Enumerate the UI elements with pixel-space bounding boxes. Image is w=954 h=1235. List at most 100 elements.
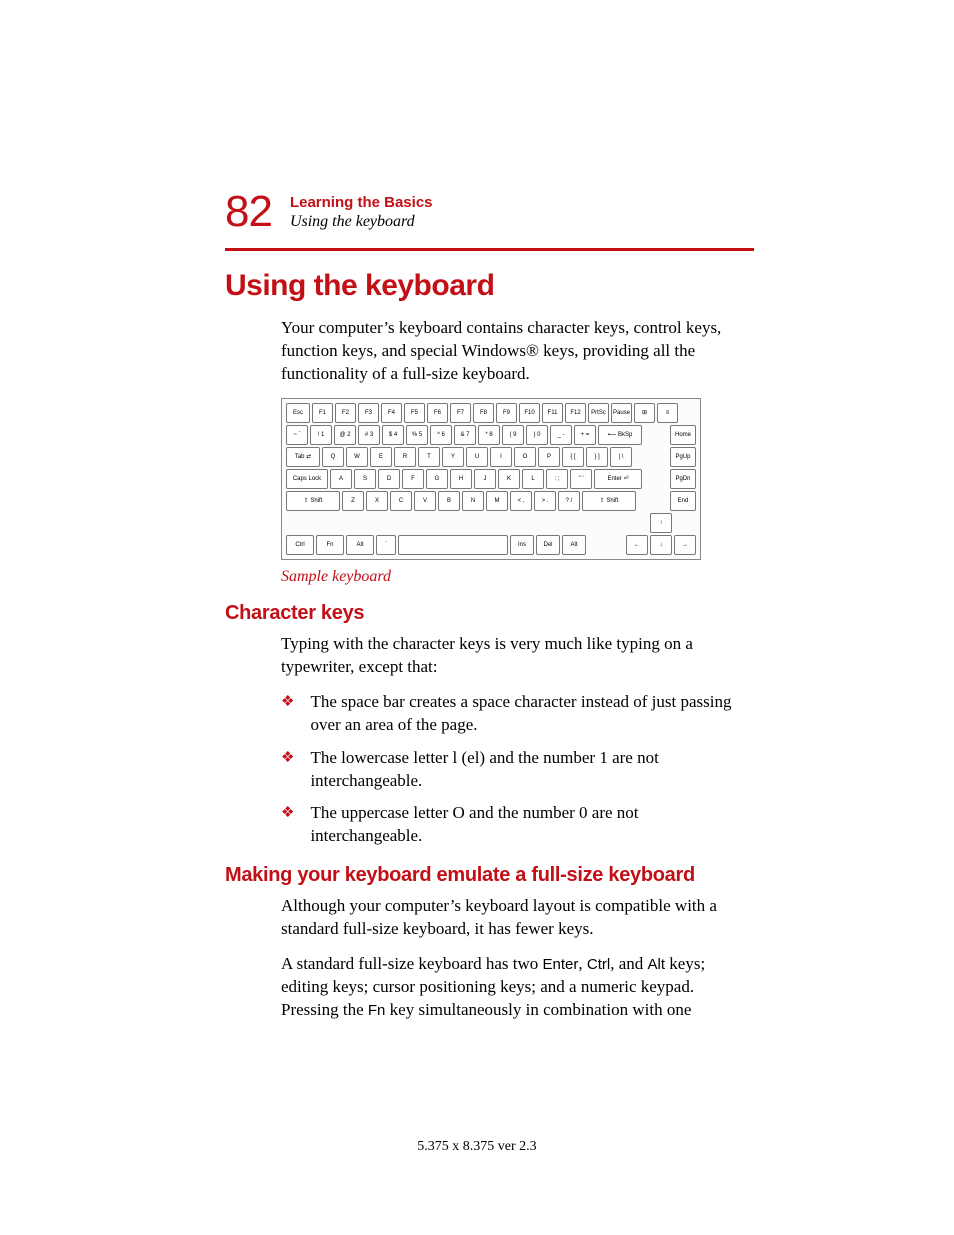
arrow-left-key: ← — [626, 535, 648, 555]
keyboard-key: F6 — [427, 403, 448, 423]
keyboard-key: ~ ` — [286, 425, 308, 445]
keyboard-key: PgUp — [670, 447, 696, 467]
keyboard-key: ⟵ BkSp — [598, 425, 642, 445]
keyboard-key: Pause — [611, 403, 632, 423]
keyboard-key: F10 — [519, 403, 540, 423]
keyboard-key: F1 — [312, 403, 333, 423]
keyboard-key: F4 — [381, 403, 402, 423]
emulate-p1: Although your computer’s keyboard layout… — [281, 895, 754, 941]
keyboard-key: ` — [376, 535, 396, 555]
keyboard-key: J — [474, 469, 496, 489]
keyboard-key: * 8 — [478, 425, 500, 445]
keyboard-key: S — [354, 469, 376, 489]
keyboard-key: % 5 — [406, 425, 428, 445]
keyboard-key: | \ — [610, 447, 632, 467]
arrow-up-key: ↑ — [650, 513, 672, 533]
keyboard-key: F8 — [473, 403, 494, 423]
keyboard-key: X — [366, 491, 388, 511]
keyboard-key: P — [538, 447, 560, 467]
keyboard-key: F — [402, 469, 424, 489]
keyboard-key: F2 — [335, 403, 356, 423]
chapter-subtitle: Using the keyboard — [290, 213, 433, 231]
keyboard-key: B — [438, 491, 460, 511]
keyboard-key: Enter ⏎ — [594, 469, 642, 489]
bullet-text: The space bar creates a space character … — [310, 691, 754, 737]
keyboard-key: ⇧ Shift — [286, 491, 340, 511]
keyboard-key: H — [450, 469, 472, 489]
keyboard-key: K — [498, 469, 520, 489]
keyboard-key: F7 — [450, 403, 471, 423]
keyboard-key: ( 9 — [502, 425, 524, 445]
keyboard-key: ⊞ — [634, 403, 655, 423]
key-name-alt: Alt — [648, 956, 666, 973]
keyboard-key: F9 — [496, 403, 517, 423]
header-rule — [225, 248, 754, 251]
keyboard-key: ! 1 — [310, 425, 332, 445]
page-header: 82 Learning the Basics Using the keyboar… — [225, 190, 754, 234]
keyboard-key: End — [670, 491, 696, 511]
keyboard-key: F5 — [404, 403, 425, 423]
key-name-enter: Enter — [543, 956, 579, 973]
keyboard-key: Home — [670, 425, 696, 445]
bullet-text: The lowercase letter l (el) and the numb… — [310, 747, 754, 793]
keyboard-key: Ins — [510, 535, 534, 555]
keyboard-key: _ - — [550, 425, 572, 445]
list-item: ❖The lowercase letter l (el) and the num… — [281, 747, 754, 793]
keyboard-key: Esc — [286, 403, 310, 423]
keyboard-key: Y — [442, 447, 464, 467]
bullet-icon: ❖ — [281, 802, 294, 848]
subsection-character-keys: Character keys — [225, 602, 754, 625]
keyboard-key: Caps Lock — [286, 469, 328, 489]
keyboard-key: M — [486, 491, 508, 511]
keyboard-key: ) 0 — [526, 425, 548, 445]
list-item: ❖ The uppercase letter O and the number 0… — [281, 802, 754, 848]
keyboard-key: # 3 — [358, 425, 380, 445]
key-name-fn: Fn — [368, 1002, 386, 1019]
keyboard-key: F11 — [542, 403, 563, 423]
keyboard-key: > . — [534, 491, 556, 511]
keyboard-key: { [ — [562, 447, 584, 467]
keyboard-key: : ; — [546, 469, 568, 489]
keyboard-key: + = — [574, 425, 596, 445]
bullet-text: The uppercase letter O and the number 0 … — [310, 802, 754, 848]
keyboard-key: A — [330, 469, 352, 489]
text-fragment: A standard full-size keyboard has two — [281, 954, 543, 973]
page-footer: 5.375 x 8.375 ver 2.3 — [0, 1139, 954, 1155]
keyboard-key: F3 — [358, 403, 379, 423]
arrow-down-key: ↓ — [650, 535, 672, 555]
keyboard-key: C — [390, 491, 412, 511]
keyboard-key: ^ 6 — [430, 425, 452, 445]
keyboard-key: < , — [510, 491, 532, 511]
keyboard-key: Fn — [316, 535, 344, 555]
keyboard-key: Del — [536, 535, 560, 555]
section-heading: Using the keyboard — [225, 269, 754, 303]
keyboard-key: D — [378, 469, 400, 489]
keyboard-key: & 7 — [454, 425, 476, 445]
intro-paragraph: Your computer’s keyboard contains charac… — [281, 317, 754, 386]
text-fragment: key simultaneously in combination with o… — [385, 1000, 691, 1019]
keyboard-key — [398, 535, 508, 555]
keyboard-key: W — [346, 447, 368, 467]
arrow-pad: ↑ ← ↓ → — [626, 513, 696, 555]
keyboard-key: V — [414, 491, 436, 511]
keyboard-key: PrtSc — [588, 403, 609, 423]
chapter-title: Learning the Basics — [290, 194, 433, 211]
keyboard-key: Z — [342, 491, 364, 511]
keyboard-key: U — [466, 447, 488, 467]
figure-caption: Sample keyboard — [281, 568, 754, 586]
keyboard-key: ? / — [558, 491, 580, 511]
keyboard-key: I — [490, 447, 512, 467]
keyboard-key: } ] — [586, 447, 608, 467]
keyboard-key: Ctrl — [286, 535, 314, 555]
page-number: 82 — [225, 190, 272, 234]
keyboard-key: " ' — [570, 469, 592, 489]
keyboard-figure: EscF1F2F3F4F5F6F7F8F9F10F11F12PrtScPause… — [281, 398, 701, 560]
keyboard-key: Alt — [562, 535, 586, 555]
keyboard-key: Q — [322, 447, 344, 467]
arrow-right-key: → — [674, 535, 696, 555]
bullet-icon: ❖ — [281, 691, 294, 737]
keyboard-key: @ 2 — [334, 425, 356, 445]
character-keys-intro: Typing with the character keys is very m… — [281, 633, 754, 679]
keyboard-key: ≡ — [657, 403, 678, 423]
subsection-emulate-fullsize: Making your keyboard emulate a full-size… — [225, 864, 754, 887]
